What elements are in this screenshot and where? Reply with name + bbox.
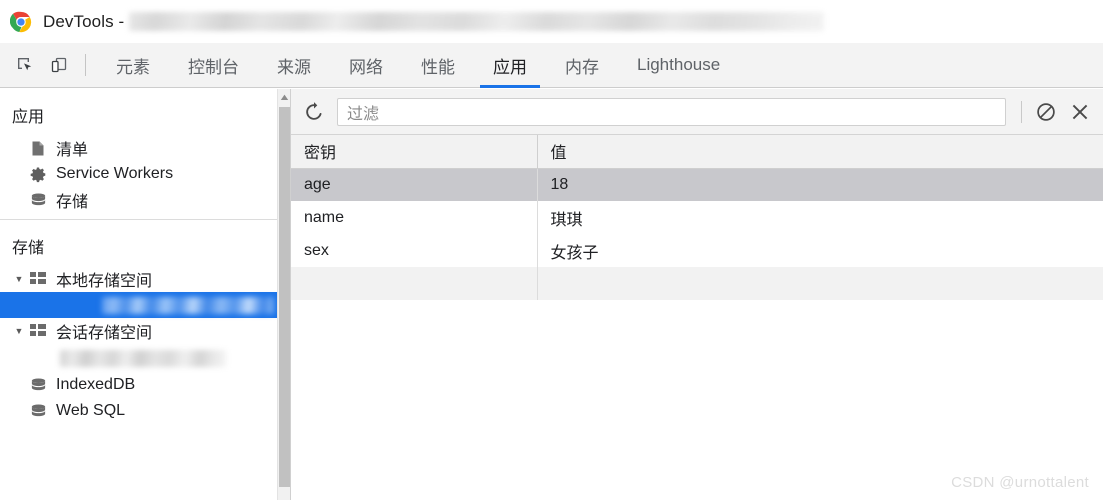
tab-label: 来源 xyxy=(277,57,311,77)
cell-key[interactable]: sex xyxy=(291,234,538,267)
tab-network[interactable]: 网络 xyxy=(330,43,402,88)
tab-memory[interactable]: 内存 xyxy=(546,43,618,88)
cell-key[interactable] xyxy=(291,267,538,300)
database-icon xyxy=(28,401,48,421)
sidebar-item-indexeddb[interactable]: IndexedDB xyxy=(0,372,277,398)
sidebar-scrollbar-thumb[interactable] xyxy=(279,107,290,487)
table-body: age 18 name 琪琪 sex 女孩子 xyxy=(291,168,1103,300)
chrome-logo-icon xyxy=(9,11,32,33)
redacted-session-origin-label xyxy=(60,349,226,367)
sidebar-item-session-storage[interactable]: ▼ 会话存储空间 xyxy=(0,318,277,344)
tab-label: 控制台 xyxy=(188,57,239,77)
tab-console[interactable]: 控制台 xyxy=(169,43,258,88)
delete-selected-icon[interactable] xyxy=(1063,96,1097,128)
refresh-icon[interactable] xyxy=(297,96,331,128)
database-icon xyxy=(28,375,48,395)
database-icon xyxy=(28,190,48,210)
tab-label: Lighthouse xyxy=(637,55,721,74)
column-header-value[interactable]: 值 xyxy=(537,135,1103,169)
toolbar-divider xyxy=(1021,100,1022,123)
title-bar: DevTools - xyxy=(0,0,1103,43)
sidebar-item-local-storage[interactable]: ▼ 本地存储空间 xyxy=(0,266,277,292)
csdn-watermark: CSDN @urnottalent xyxy=(951,474,1089,491)
grid-table-icon xyxy=(28,269,48,289)
devtools-window: DevTools - 元素 控制台 来源 网络 性能 应用 内存 Lightho… xyxy=(0,0,1103,500)
application-sidebar: 应用 清单 Service Workers 存储 存储 ▼ 本地存储空间 ▼ 会… xyxy=(0,89,277,500)
grid-table-icon xyxy=(28,321,48,341)
tab-elements[interactable]: 元素 xyxy=(97,43,169,88)
tab-label: 应用 xyxy=(493,57,527,77)
redacted-url xyxy=(129,12,825,31)
cell-value[interactable]: 琪琪 xyxy=(537,201,1103,234)
manifest-document-icon xyxy=(28,138,48,158)
sidebar-scrollbar[interactable] xyxy=(277,89,290,500)
sidebar-item-websql[interactable]: Web SQL xyxy=(0,398,277,424)
devtools-tab-bar: 元素 控制台 来源 网络 性能 应用 内存 Lighthouse xyxy=(0,43,1103,88)
storage-main-panel: 过滤 密钥 值 age 18 name 琪琪 sex 女孩子 xyxy=(291,89,1103,500)
sidebar-item-label: 本地存储空间 xyxy=(56,273,153,290)
sidebar-section-storage-title: 存储 xyxy=(12,240,45,257)
tab-label: 内存 xyxy=(565,57,599,77)
sidebar-item-local-storage-origin[interactable] xyxy=(0,292,277,318)
cell-value[interactable]: 女孩子 xyxy=(537,234,1103,267)
cell-key[interactable]: name xyxy=(291,201,538,234)
cell-value[interactable]: 18 xyxy=(537,168,1103,201)
chevron-down-icon[interactable]: ▼ xyxy=(12,326,26,336)
filter-input[interactable]: 过滤 xyxy=(337,97,1006,126)
cell-value[interactable] xyxy=(537,267,1103,300)
sidebar-item-label: IndexedDB xyxy=(56,376,136,393)
tab-label: 网络 xyxy=(349,57,383,77)
cell-key[interactable]: age xyxy=(291,168,538,201)
sidebar-item-label: Service Workers xyxy=(56,165,174,182)
filter-placeholder: 过滤 xyxy=(347,105,380,123)
storage-key-value-table: 密钥 值 age 18 name 琪琪 sex 女孩子 xyxy=(291,135,1103,300)
sidebar-item-label: Web SQL xyxy=(56,402,126,419)
table-header-row: 密钥 值 xyxy=(291,135,1103,169)
redacted-origin-label xyxy=(102,296,274,314)
sidebar-item-service-workers[interactable]: Service Workers xyxy=(0,161,277,187)
sidebar-item-label: 存储 xyxy=(56,194,89,211)
tab-lighthouse[interactable]: Lighthouse xyxy=(618,43,739,88)
sidebar-item-storage[interactable]: 存储 xyxy=(0,187,277,213)
chevron-down-icon[interactable]: ▼ xyxy=(12,274,26,284)
toolbar-divider xyxy=(85,54,86,76)
table-header: 密钥 值 xyxy=(291,135,1103,169)
sidebar-item-manifest[interactable]: 清单 xyxy=(0,135,277,161)
gear-icon xyxy=(28,164,48,184)
tab-list: 元素 控制台 来源 网络 性能 应用 内存 Lighthouse xyxy=(97,43,739,88)
storage-toolbar: 过滤 xyxy=(291,89,1103,135)
sidebar-item-label: 会话存储空间 xyxy=(56,325,153,342)
window-title: DevTools - xyxy=(43,11,125,31)
tab-application[interactable]: 应用 xyxy=(474,43,546,88)
table-row-empty[interactable] xyxy=(291,267,1103,300)
clear-all-icon[interactable] xyxy=(1029,96,1063,128)
sidebar-item-session-storage-origin[interactable] xyxy=(0,344,277,372)
tab-sources[interactable]: 来源 xyxy=(258,43,330,88)
table-row[interactable]: age 18 xyxy=(291,168,1103,201)
sidebar-item-label: 清单 xyxy=(56,142,89,159)
inspect-element-icon[interactable] xyxy=(8,49,42,81)
device-toolbar-icon[interactable] xyxy=(42,49,76,81)
tab-performance[interactable]: 性能 xyxy=(402,43,474,88)
tab-label: 元素 xyxy=(116,57,150,77)
column-header-key[interactable]: 密钥 xyxy=(291,135,538,169)
sidebar-section-application-title: 应用 xyxy=(12,109,45,126)
table-row[interactable]: name 琪琪 xyxy=(291,201,1103,234)
table-row[interactable]: sex 女孩子 xyxy=(291,234,1103,267)
tab-label: 性能 xyxy=(421,57,455,77)
storage-table-container: 密钥 值 age 18 name 琪琪 sex 女孩子 xyxy=(291,135,1103,499)
